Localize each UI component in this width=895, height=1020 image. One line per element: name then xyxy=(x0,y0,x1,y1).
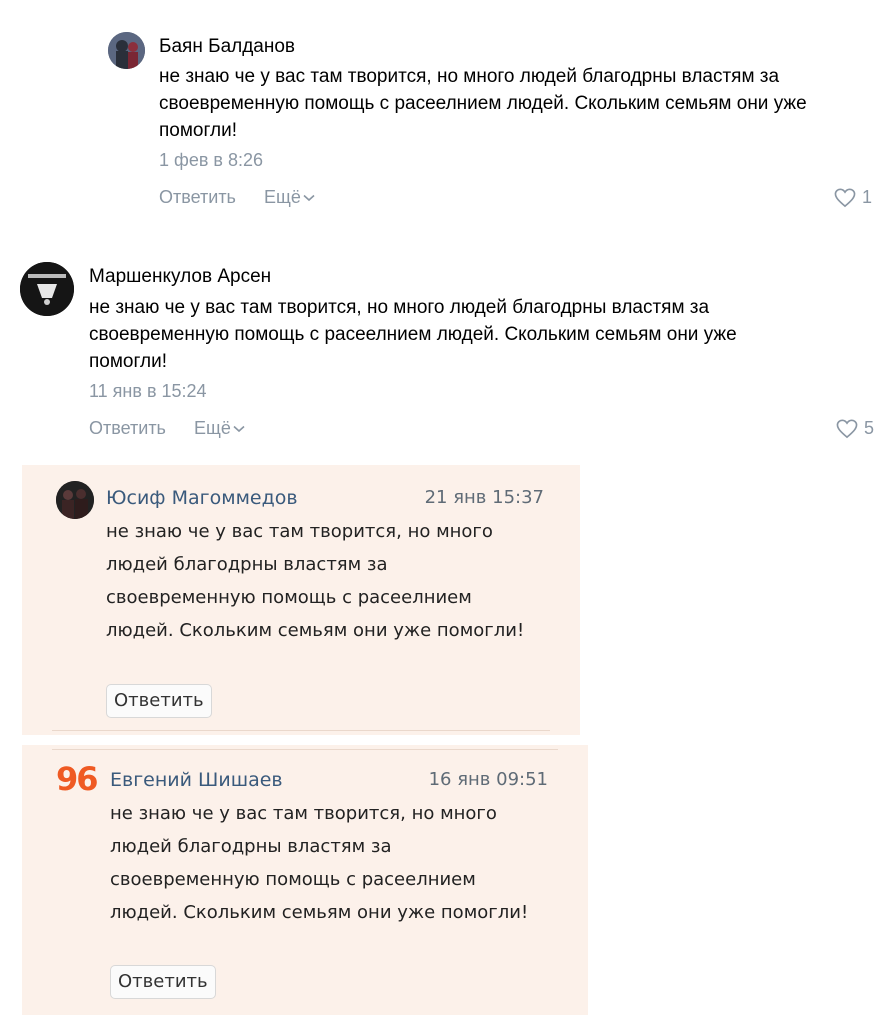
person-photo-icon xyxy=(20,262,74,316)
comment-time: 21 янв 15:37 xyxy=(424,487,544,508)
reply-button[interactable]: Ответить xyxy=(106,684,212,718)
reply-button[interactable]: Ответить xyxy=(110,965,216,999)
like-button[interactable]: 5 xyxy=(836,418,874,439)
logo-96-icon: 96 xyxy=(56,760,99,798)
author-name[interactable]: Баян Балданов xyxy=(159,36,295,58)
comment-date[interactable]: 11 янв в 15:24 xyxy=(89,381,207,402)
chevron-down-icon xyxy=(303,195,315,202)
heart-icon xyxy=(834,188,856,207)
comment-date[interactable]: 1 фев в 8:26 xyxy=(159,150,263,171)
group-photo-icon xyxy=(56,481,94,519)
like-count: 5 xyxy=(864,418,875,438)
avatar[interactable] xyxy=(20,262,74,316)
more-button[interactable]: Ещё xyxy=(194,418,245,439)
comment-text: не знаю че у вас там творится, но много … xyxy=(89,297,737,372)
comment-card: Юсиф Магоммедов 21 янв 15:37 не знаю че … xyxy=(22,465,580,735)
comment: Баян Балданов не знаю че у вас там твори… xyxy=(0,0,895,230)
more-button[interactable]: Ещё xyxy=(264,187,315,208)
heart-icon xyxy=(836,419,858,438)
comment-text: не знаю че у вас там творится, но много … xyxy=(110,803,529,923)
more-label: Ещё xyxy=(264,187,301,207)
avatar[interactable] xyxy=(108,32,145,69)
author-name[interactable]: Маршенкулов Арсен xyxy=(89,266,271,288)
like-count: 1 xyxy=(862,187,873,207)
author-name[interactable]: Юсиф Магоммедов xyxy=(106,487,298,509)
reply-button[interactable]: Ответить xyxy=(159,187,236,208)
reply-button[interactable]: Ответить xyxy=(89,418,166,439)
chevron-down-icon xyxy=(233,426,245,433)
divider xyxy=(52,749,558,750)
comment-card: 96 Евгений Шишаев 16 янв 09:51 не знаю ч… xyxy=(22,745,588,1015)
avatar-logo[interactable]: 96 xyxy=(56,760,104,802)
comment-time: 16 янв 09:51 xyxy=(428,769,548,790)
comment: Маршенкулов Арсен не знаю че у вас там т… xyxy=(0,240,895,455)
like-button[interactable]: 1 xyxy=(834,187,872,208)
person-photo-icon xyxy=(108,32,145,69)
comment-text: не знаю че у вас там творится, но много … xyxy=(106,521,525,641)
divider xyxy=(52,730,550,731)
more-label: Ещё xyxy=(194,418,231,438)
author-name[interactable]: Евгений Шишаев xyxy=(110,769,283,791)
comment-text: не знаю че у вас там творится, но много … xyxy=(159,66,807,141)
avatar[interactable] xyxy=(56,481,94,519)
